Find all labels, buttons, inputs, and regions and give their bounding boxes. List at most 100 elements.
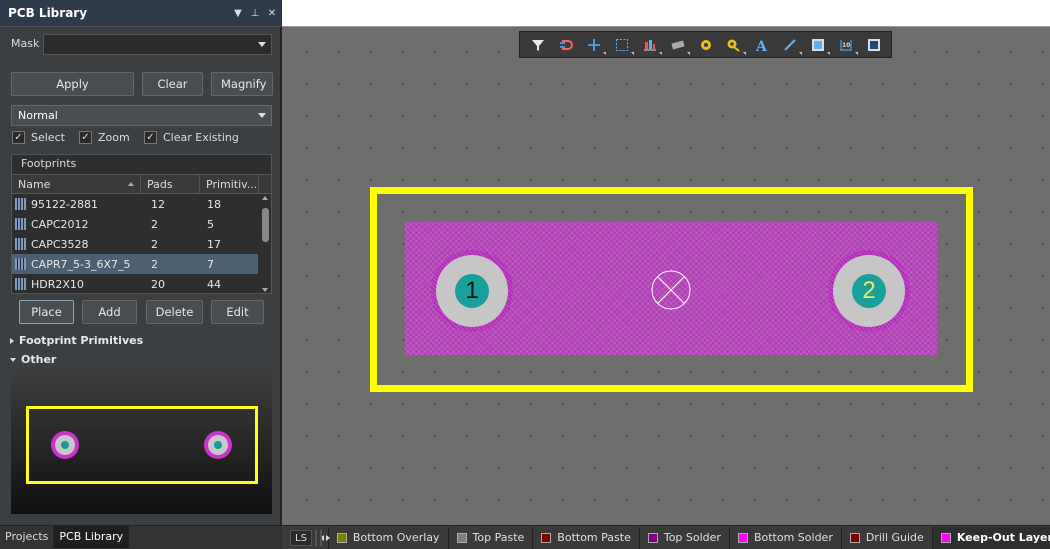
layer-tab-bottom-paste[interactable]: Bottom Paste <box>532 526 639 549</box>
row-name: CAPC3528 <box>31 237 89 251</box>
cross-icon[interactable] <box>582 34 606 56</box>
layer-set-button[interactable]: LS <box>290 529 312 546</box>
table-row[interactable]: 95122-2881 12 18 <box>12 194 258 214</box>
layer-tab-bottom-overlay[interactable]: Bottom Overlay <box>327 526 448 549</box>
svg-text:A: A <box>755 39 768 52</box>
footprints-scrollbar[interactable] <box>262 196 269 292</box>
edit-button[interactable]: Edit <box>211 300 264 324</box>
section-label: Other <box>21 353 57 366</box>
footprint-icon <box>15 278 26 290</box>
row-name-cell: CAPR7_5-3_6X7_5 <box>12 258 141 271</box>
panel-menu-icon[interactable]: ▼ <box>230 8 246 19</box>
filter-icon[interactable] <box>526 34 550 56</box>
preview-outline <box>26 406 258 484</box>
close-icon[interactable]: ✕ <box>264 8 280 19</box>
expand-icon <box>10 337 14 344</box>
via-icon[interactable] <box>722 34 746 56</box>
preview-pad-2 <box>204 431 232 459</box>
footprint-icon <box>15 218 26 230</box>
row-primitives: 44 <box>207 277 221 291</box>
row-name-cell: 95122-2881 <box>12 198 141 211</box>
row-name: 95122-2881 <box>31 197 98 211</box>
tab-projects[interactable]: Projects <box>0 526 55 548</box>
column-header-pads[interactable]: Pads <box>141 175 200 193</box>
select-rect-icon[interactable] <box>610 34 634 56</box>
table-header: Name Pads Primitiv... <box>12 174 271 194</box>
scrollbar-thumb[interactable] <box>262 208 269 242</box>
pad-1[interactable]: 1 <box>431 250 513 332</box>
layer-tab-keep-out[interactable]: Keep-Out Layer <box>931 526 1050 549</box>
panel-tab-bar: Projects PCB Library <box>0 525 281 549</box>
svg-text:10: 10 <box>842 42 850 49</box>
clear-button[interactable]: Clear <box>142 72 203 96</box>
footprint-primitives-section[interactable]: Footprint Primitives <box>10 334 143 347</box>
component-icon[interactable] <box>666 34 690 56</box>
footprint-preview[interactable] <box>11 375 272 514</box>
row-name: CAPR7_5-3_6X7_5 <box>31 257 131 271</box>
chevron-right-icon <box>325 534 330 541</box>
pad-copper-ring: 2 <box>833 255 905 327</box>
layer-color-swatch <box>737 532 748 543</box>
route-icon[interactable] <box>554 34 578 56</box>
place-button[interactable]: Place <box>19 300 74 324</box>
column-header-name[interactable]: Name <box>12 175 141 193</box>
layer-next-button[interactable] <box>319 529 330 546</box>
column-header-primitives[interactable]: Primitiv... <box>200 175 259 193</box>
magnify-button[interactable]: Magnify <box>211 72 273 96</box>
add-button[interactable]: Add <box>82 300 137 324</box>
footprints-table: Name Pads Primitiv... 95122-2881 12 18 C… <box>12 174 271 294</box>
preview-pad-1 <box>51 431 79 459</box>
pad-copper-ring: 1 <box>436 255 508 327</box>
column-header-label: Name <box>18 178 51 191</box>
pin-icon[interactable]: ⊥ <box>247 8 263 19</box>
table-row[interactable]: CAPC2012 2 5 <box>12 214 258 234</box>
row-primitives: 5 <box>207 217 214 231</box>
row-primitives: 17 <box>207 237 221 251</box>
text-icon[interactable]: A <box>750 34 774 56</box>
sort-ascending-icon <box>128 182 134 186</box>
pad-2[interactable]: 2 <box>828 250 910 332</box>
layer-color-swatch <box>336 532 347 543</box>
clear-existing-checkbox[interactable]: ✓ Clear Existing <box>144 131 239 144</box>
fill-icon[interactable] <box>806 34 830 56</box>
layer-prev-button[interactable] <box>314 529 324 546</box>
active-bar: A 10 <box>519 31 892 58</box>
preview-pad-ring <box>208 435 228 455</box>
layer-tab-label: Keep-Out Layer <box>956 531 1050 544</box>
region-icon[interactable] <box>862 34 886 56</box>
document-tab-strip <box>282 0 1050 27</box>
mask-label: Mask <box>11 37 40 50</box>
layer-tab-top-solder[interactable]: Top Solder <box>638 526 729 549</box>
collapse-icon <box>10 357 16 362</box>
footprints-group: Footprints Name Pads Primitiv... 95122-2… <box>11 154 272 294</box>
layer-tab-label: Bottom Solder <box>753 531 833 544</box>
line-icon[interactable] <box>778 34 802 56</box>
delete-button[interactable]: Delete <box>146 300 203 324</box>
tab-pcb-library[interactable]: PCB Library <box>54 526 130 548</box>
select-checkbox[interactable]: ✓ Select <box>12 131 65 144</box>
layer-tab-top-paste[interactable]: Top Paste <box>447 526 533 549</box>
align-icon[interactable] <box>638 34 662 56</box>
table-row[interactable]: HDR2X10 20 44 <box>12 274 258 294</box>
mask-input[interactable] <box>43 34 272 55</box>
scroll-down-icon[interactable] <box>262 288 268 292</box>
layer-tab-bottom-solder[interactable]: Bottom Solder <box>728 526 841 549</box>
other-section[interactable]: Other <box>10 353 56 366</box>
scroll-up-icon[interactable] <box>262 196 268 200</box>
apply-button[interactable]: Apply <box>11 72 134 96</box>
layer-tab-bar: LS Bottom Overlay Top Paste Bottom Paste… <box>282 525 1050 549</box>
table-row-selected[interactable]: CAPR7_5-3_6X7_5 2 7 <box>12 254 258 274</box>
dimension-icon[interactable]: 10 <box>834 34 858 56</box>
filter-mode-select[interactable]: Normal <box>11 105 272 126</box>
row-name: CAPC2012 <box>31 217 89 231</box>
layer-tab-drill-guide[interactable]: Drill Guide <box>840 526 932 549</box>
footprint-icon <box>15 258 26 270</box>
pad-icon[interactable] <box>694 34 718 56</box>
table-row[interactable]: CAPC3528 2 17 <box>12 234 258 254</box>
layer-color-swatch <box>541 532 552 543</box>
pad-1-label: 1 <box>455 274 489 308</box>
footprint-icon <box>15 238 26 250</box>
layer-color-swatch <box>940 532 951 543</box>
checkbox-check-icon: ✓ <box>12 131 25 144</box>
zoom-checkbox[interactable]: ✓ Zoom <box>79 131 130 144</box>
